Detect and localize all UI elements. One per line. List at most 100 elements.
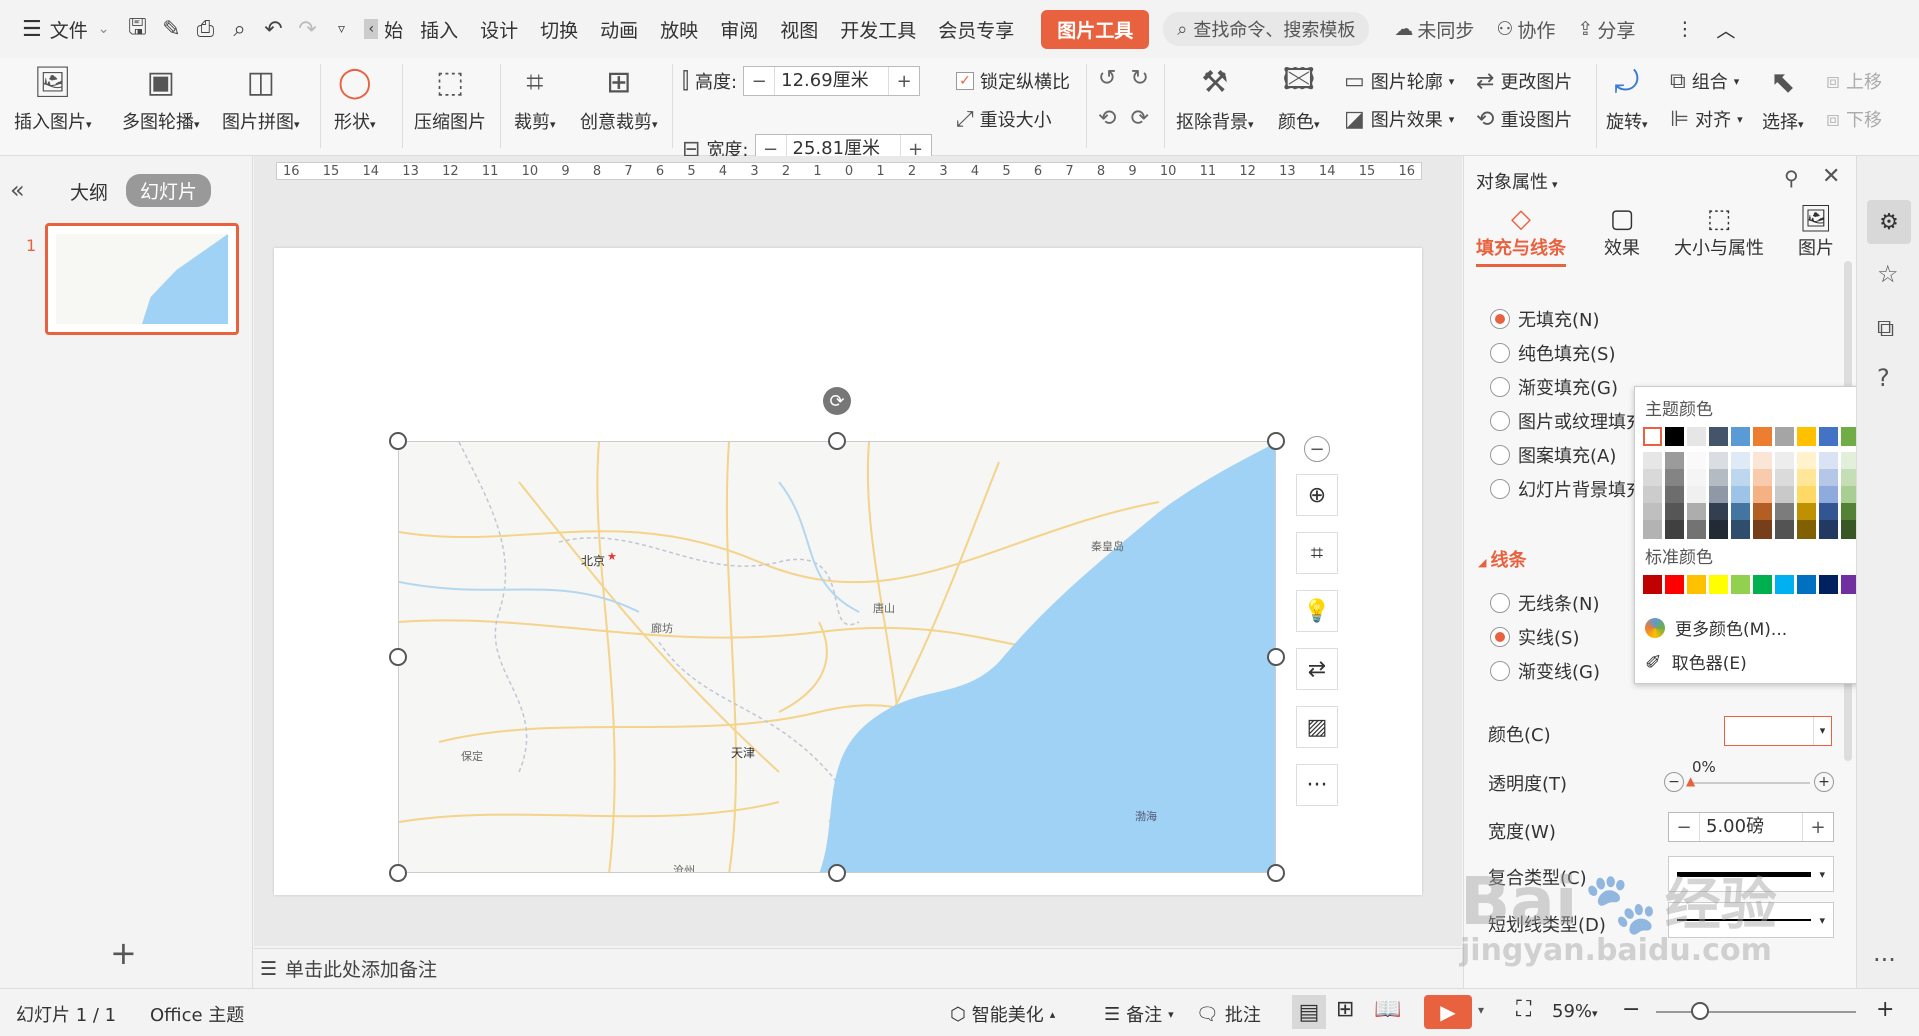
resize-handle-nw[interactable] — [389, 432, 407, 450]
more-menu-icon[interactable]: ⋮ — [1664, 0, 1705, 58]
height-stepper[interactable]: − 12.69厘米 + — [743, 66, 921, 96]
standard-color-swatch[interactable] — [1687, 575, 1706, 594]
shape-button[interactable]: ◯ 形状▾ — [334, 62, 376, 134]
zoom-out-mini-icon[interactable]: − — [1304, 436, 1330, 462]
resize-handle-ne[interactable] — [1267, 432, 1285, 450]
tab-effect[interactable]: ▢ 效果 — [1604, 204, 1640, 260]
crop-float-icon[interactable]: ⌗ — [1296, 532, 1338, 574]
theme-color-swatch[interactable] — [1731, 427, 1750, 446]
tab-view[interactable]: 视图 — [769, 0, 829, 58]
lock-ratio-checkbox[interactable]: ✓ 锁定纵横比 — [956, 68, 1070, 94]
theme-color-swatch[interactable] — [1753, 427, 1772, 446]
line-width-decrease[interactable]: − — [1669, 817, 1699, 838]
sorter-view-icon[interactable]: ⊞ — [1336, 997, 1354, 1022]
theme-color-swatch[interactable] — [1731, 520, 1750, 539]
tab-insert[interactable]: 插入 — [409, 0, 469, 58]
picture-collage-button[interactable]: ◫ 图片拼图▾ — [222, 62, 300, 134]
slide-thumbnail[interactable] — [45, 223, 239, 335]
reset-size-button[interactable]: ⤢ 重设大小 — [956, 106, 1052, 132]
group-button[interactable]: ⧉ 组合 ▾ — [1670, 68, 1739, 94]
smart-float-icon[interactable]: 💡 — [1296, 590, 1338, 632]
flip-horizontal-icon[interactable]: ⟲ — [1098, 106, 1116, 131]
tab-outline[interactable]: 大纲 — [70, 178, 108, 205]
zoom-level[interactable]: 59%▾ — [1552, 1001, 1598, 1022]
notes-area[interactable]: ☰ 单击此处添加备注 — [254, 948, 1462, 988]
fill-option-solid[interactable]: 纯色填充(S) — [1490, 340, 1615, 366]
standard-color-swatch[interactable] — [1665, 575, 1684, 594]
select-button[interactable]: ⬉ 选择▾ — [1762, 62, 1804, 134]
animation-sidebar-icon[interactable]: ⧉ — [1877, 314, 1894, 342]
play-options-icon[interactable]: ▾ — [1478, 1003, 1484, 1017]
tab-developer[interactable]: 开发工具 — [829, 0, 927, 58]
resize-handle-sw[interactable] — [389, 864, 407, 882]
notes-toggle-button[interactable]: ☰ 备注 ▾ — [1104, 1001, 1174, 1027]
line-color-dropdown[interactable]: ▾ — [1724, 716, 1832, 746]
standard-color-swatch[interactable] — [1709, 575, 1728, 594]
more-sidebar-icon[interactable]: ··· — [1873, 946, 1896, 974]
standard-color-swatch[interactable] — [1775, 575, 1794, 594]
line-option-gradient[interactable]: 渐变线(G) — [1490, 658, 1600, 684]
remove-background-button[interactable]: ⚒ 抠除背景▾ — [1176, 62, 1254, 134]
fit-window-icon[interactable]: ⛶ — [1516, 997, 1531, 1022]
properties-sidebar-icon[interactable]: ⚙ — [1867, 200, 1911, 244]
theme-color-swatch[interactable] — [1643, 427, 1662, 446]
transparency-thumb[interactable]: ▲ — [1686, 774, 1695, 788]
compress-picture-button[interactable]: ⬚ 压缩图片 — [414, 62, 486, 134]
add-slide-button[interactable]: + — [110, 934, 137, 972]
map-picture[interactable]: 北京 ★ 天津 廊坊 唐山 保定 秦皇岛 渤海 沧州 — [398, 441, 1276, 873]
change-picture-button[interactable]: ⇄ 更改图片 — [1476, 68, 1572, 94]
transparency-increase[interactable]: + — [1814, 772, 1834, 792]
rotate-handle-icon[interactable]: ⟳ — [823, 387, 851, 415]
normal-view-icon[interactable]: ▤ — [1292, 995, 1326, 1029]
line-width-input[interactable]: 5.00磅 — [1699, 813, 1803, 841]
theme-color-swatch[interactable] — [1819, 427, 1838, 446]
standard-color-swatch[interactable] — [1643, 575, 1662, 594]
tab-transition[interactable]: 切换 — [529, 0, 589, 58]
tab-slides[interactable]: 幻灯片 — [126, 174, 212, 207]
fill-option-pattern[interactable]: 图案填充(A) — [1490, 442, 1616, 468]
search-box[interactable]: ⌕ 查找命令、搜索模板 — [1163, 12, 1370, 46]
theme-color-swatch[interactable] — [1775, 520, 1794, 539]
tab-picture-tools[interactable]: 图片工具 — [1041, 9, 1150, 49]
replace-float-icon[interactable]: ⇄ — [1296, 648, 1338, 690]
standard-color-swatch[interactable] — [1731, 575, 1750, 594]
zoom-in-float-icon[interactable]: ⊕ — [1296, 474, 1338, 516]
star-sidebar-icon[interactable]: ☆ — [1877, 260, 1899, 288]
collapse-ribbon-icon[interactable]: ︿ — [1705, 0, 1746, 58]
reading-view-icon[interactable]: 📖 — [1374, 997, 1401, 1022]
theme-color-swatch[interactable] — [1709, 427, 1728, 446]
redo-icon[interactable]: ↷ — [290, 0, 324, 58]
line-width-stepper[interactable]: − 5.00磅 + — [1668, 812, 1834, 842]
theme-name[interactable]: Office 主题 — [150, 1001, 244, 1027]
creative-crop-button[interactable]: ⊞ 创意裁剪▾ — [580, 62, 658, 134]
rotate-button[interactable]: ⤾ 旋转▾ — [1606, 62, 1648, 134]
theme-color-swatch[interactable] — [1665, 520, 1684, 539]
tab-start-partial[interactable]: ‹ 始 — [358, 0, 409, 58]
theme-color-swatch[interactable] — [1687, 520, 1706, 539]
zoom-out-icon[interactable]: − — [1622, 997, 1640, 1022]
slide-canvas[interactable]: 北京 ★ 天津 廊坊 唐山 保定 秦皇岛 渤海 沧州 ⟳ — [274, 248, 1422, 895]
insert-picture-button[interactable]: 🖼 插入图片▾ — [14, 62, 92, 134]
theme-color-swatch[interactable] — [1709, 520, 1728, 539]
color-button[interactable]: 🖾 颜色▾ — [1278, 62, 1320, 134]
crop-button[interactable]: ⌗ 裁剪▾ — [514, 62, 556, 134]
line-section-header[interactable]: ◢ 线条 — [1478, 546, 1526, 572]
resize-handle-se[interactable] — [1267, 864, 1285, 882]
rotate-right-icon[interactable]: ↻ — [1130, 66, 1148, 91]
format-painter-icon[interactable]: ✎ — [154, 0, 188, 58]
transparency-slider[interactable]: − ▲ 0% + — [1664, 758, 1834, 798]
beautify-button[interactable]: ⬡ 智能美化 ▴ — [950, 1001, 1055, 1027]
fill-float-icon[interactable]: ▨ — [1296, 706, 1338, 748]
height-increase[interactable]: + — [889, 71, 919, 92]
tab-animation[interactable]: 动画 — [589, 0, 649, 58]
collapse-panel-icon[interactable]: « — [10, 176, 25, 204]
zoom-slider[interactable] — [1656, 1002, 1856, 1020]
theme-color-swatch[interactable] — [1819, 520, 1838, 539]
fill-option-slide-bg[interactable]: 幻灯片背景填充 — [1490, 476, 1644, 502]
picture-effect-button[interactable]: ◪ 图片效果 ▾ — [1344, 106, 1454, 132]
send-backward-button[interactable]: ⧈ 下移 — [1826, 106, 1882, 132]
file-menu[interactable]: ☰ 文件 ⌄ — [0, 0, 120, 58]
reset-picture-button[interactable]: ⟲ 重设图片 — [1476, 106, 1572, 132]
panel-title[interactable]: 对象属性 ▾ — [1476, 168, 1558, 194]
tab-fill-line[interactable]: ◇ 填充与线条 — [1476, 204, 1566, 267]
